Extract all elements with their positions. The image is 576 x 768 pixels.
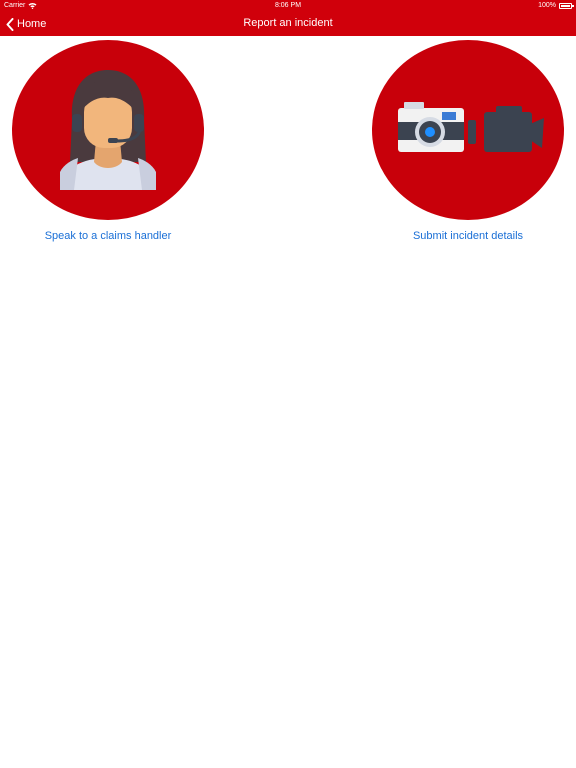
page-title: Report an incident <box>243 17 333 29</box>
clock: 8:06 PM <box>274 2 302 9</box>
claims-handler-circle[interactable] <box>12 40 204 220</box>
speak-to-claims-handler-link[interactable]: Speak to a claims handler <box>12 230 204 242</box>
submit-incident-details-link[interactable]: Submit incident details <box>372 230 564 242</box>
navigation-bar: Home Report an incident <box>0 12 576 36</box>
submit-incident-details-tile[interactable]: Submit incident details <box>372 40 564 242</box>
incident-details-circle[interactable] <box>372 40 564 220</box>
battery-icon <box>559 2 574 9</box>
call-agent-icon <box>60 70 156 190</box>
speak-to-claims-handler-tile[interactable]: Speak to a claims handler <box>12 40 204 242</box>
camera-video-icon <box>398 102 544 152</box>
battery-indicator: 100% <box>538 2 574 9</box>
battery-percent: 100% <box>538 2 556 9</box>
status-bar: Carrier 8:06 PM 100% <box>0 0 576 12</box>
